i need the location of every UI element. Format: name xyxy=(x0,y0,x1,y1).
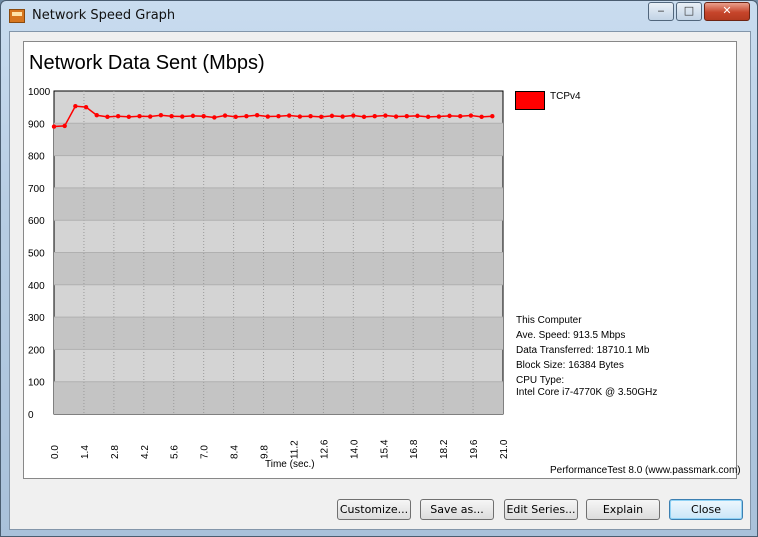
data-point xyxy=(468,113,474,118)
data-point xyxy=(115,113,121,119)
data-point xyxy=(169,113,174,119)
minimize-button[interactable]: ‒ xyxy=(648,2,674,21)
legend-label-tcpv4: TCPv4 xyxy=(550,91,581,102)
title-bar[interactable]: Network Speed Graph ‒ □ ✕ xyxy=(1,1,757,31)
x-tick-label: 16.8 xyxy=(409,439,420,459)
y-tick-label: 0 xyxy=(28,410,34,421)
x-tick-label: 4.2 xyxy=(140,445,151,459)
data-point xyxy=(479,114,484,120)
y-tick-label: 700 xyxy=(28,184,45,195)
x-tick-label: 7.0 xyxy=(200,445,211,459)
data-point xyxy=(404,113,409,119)
info-computer: This Computer xyxy=(516,315,582,326)
data-point xyxy=(126,114,132,120)
plot-band xyxy=(54,252,503,285)
data-point xyxy=(51,124,57,129)
info-cpu-label: CPU Type: xyxy=(516,375,565,386)
data-point xyxy=(319,114,324,120)
data-point xyxy=(393,114,399,119)
data-point xyxy=(361,114,367,120)
data-point xyxy=(158,113,164,118)
x-tick-label: 2.8 xyxy=(110,445,121,459)
y-tick-label: 1000 xyxy=(28,87,51,98)
data-point xyxy=(415,113,420,119)
info-average-speed: Ave. Speed: 913.5 Mbps xyxy=(516,330,626,341)
data-point xyxy=(201,113,206,119)
customize-button[interactable]: Customize... xyxy=(337,499,411,520)
data-point xyxy=(137,113,142,119)
data-point xyxy=(233,114,238,120)
chart-panel: Network Data Sent (Mbps) 0 100 200 300 400 50… xyxy=(23,41,741,479)
network-speed-graph-window: Network Speed Graph ‒ □ ✕ Network Data S… xyxy=(0,0,758,537)
app-icon xyxy=(9,9,25,23)
data-point xyxy=(329,113,335,119)
data-point xyxy=(73,103,78,109)
x-tick-label: 19.6 xyxy=(469,439,480,459)
y-tick-label: 300 xyxy=(28,313,45,324)
x-tick-label: 21.0 xyxy=(499,439,510,459)
y-tick-label: 500 xyxy=(28,249,45,260)
x-tick-label: 1.4 xyxy=(80,445,91,459)
data-point xyxy=(222,113,228,118)
data-point xyxy=(276,113,281,119)
data-point xyxy=(190,113,196,119)
data-point xyxy=(286,113,292,118)
y-tick-label: 800 xyxy=(28,152,45,163)
data-point xyxy=(425,114,431,120)
data-point xyxy=(94,113,99,118)
data-point xyxy=(105,114,110,120)
data-point xyxy=(297,114,303,119)
maximize-button[interactable]: □ xyxy=(676,2,702,21)
x-tick-label: 0.0 xyxy=(50,445,61,459)
close-button[interactable]: Close xyxy=(669,499,743,520)
data-point xyxy=(244,113,249,119)
data-point xyxy=(458,113,463,119)
x-tick-label: 15.4 xyxy=(379,439,390,459)
window-title: Network Speed Graph xyxy=(32,8,176,23)
data-point xyxy=(265,114,271,119)
data-point xyxy=(148,114,153,119)
data-point xyxy=(212,115,217,120)
data-point xyxy=(83,104,89,110)
y-tick-label: 900 xyxy=(28,119,45,130)
data-point xyxy=(383,113,388,118)
x-tick-label: 8.4 xyxy=(230,445,241,459)
window-close-button[interactable]: ✕ xyxy=(704,2,750,21)
y-tick-label: 400 xyxy=(28,281,45,292)
x-tick-label: 11.2 xyxy=(289,440,300,459)
y-tick-label: 600 xyxy=(28,216,45,227)
data-point xyxy=(62,123,67,129)
edit-series-button[interactable]: Edit Series... xyxy=(504,499,578,520)
data-point xyxy=(254,113,260,118)
line-chart: 0 100 200 300 400 500 600 700 800 900 1000 0.0 1.4 2.… xyxy=(28,87,510,470)
data-point xyxy=(490,113,495,119)
save-as-button[interactable]: Save as... xyxy=(420,499,494,520)
plot-band xyxy=(54,187,503,221)
dialog-client-area: Network Data Sent (Mbps) 0 100 200 300 400 50… xyxy=(9,31,751,530)
info-cpu-name: Intel Core i7-4770K @ 3.50GHz xyxy=(516,387,658,398)
x-tick-label: 9.8 xyxy=(260,445,271,459)
explain-button[interactable]: Explain xyxy=(586,499,660,520)
y-tick-label: 100 xyxy=(28,378,45,389)
plot-band xyxy=(54,381,503,414)
data-point xyxy=(308,113,313,119)
legend-swatch-tcpv4 xyxy=(515,91,545,110)
info-data-transferred: Data Transferred: 18710.1 Mb xyxy=(516,345,650,356)
data-point xyxy=(447,113,452,119)
x-tick-label: 5.6 xyxy=(170,445,181,459)
data-point xyxy=(351,113,356,118)
data-point xyxy=(180,114,185,119)
x-tick-label: 14.0 xyxy=(349,439,360,459)
x-tick-label: 18.2 xyxy=(439,439,450,459)
data-point xyxy=(436,114,442,119)
plot-band xyxy=(54,317,503,350)
info-block-size: Block Size: 16384 Bytes xyxy=(516,360,624,371)
data-point xyxy=(372,113,377,119)
data-point xyxy=(340,114,345,119)
plot-band xyxy=(54,123,503,156)
x-tick-label: 12.6 xyxy=(319,439,330,459)
performancetest-credit: PerformanceTest 8.0 (www.passmark.com) xyxy=(550,465,741,476)
x-axis-label: Time (sec.) xyxy=(265,459,315,470)
y-tick-label: 200 xyxy=(28,345,45,356)
